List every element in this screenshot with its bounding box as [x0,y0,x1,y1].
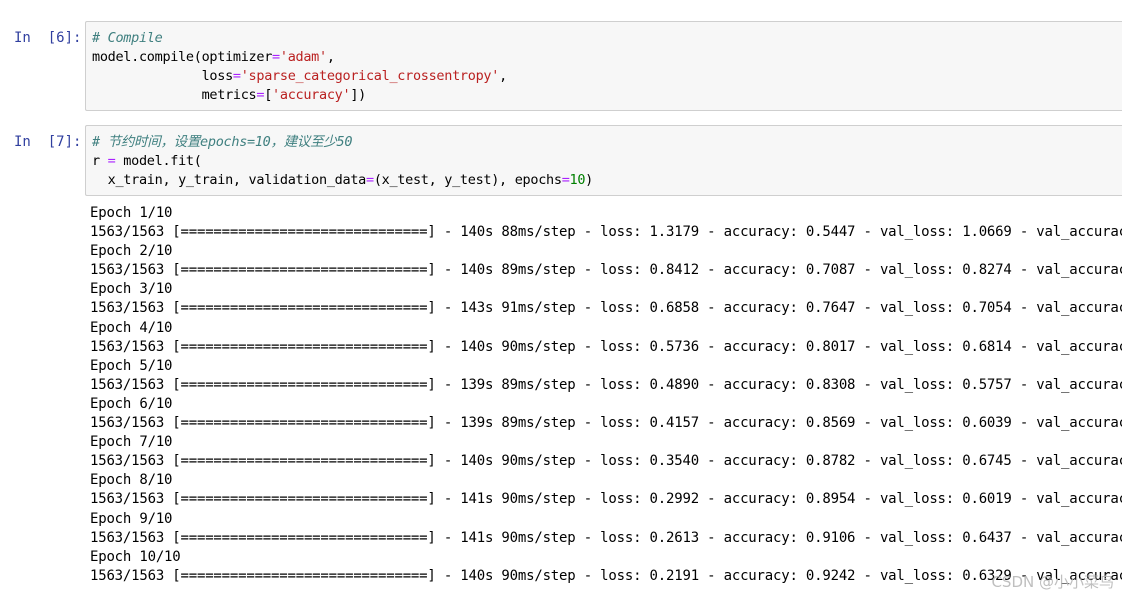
code-input-area[interactable]: # 节约时间，设置epochs=10，建议至少50 r = model.fit(… [85,125,1122,196]
output-line: 1563/1563 [=============================… [90,262,1122,279]
watermark: CSDN @小小菜鸟 [991,573,1114,591]
output-line: Epoch 6/10 [90,395,173,412]
code-text: [ [264,87,273,103]
output-line: 1563/1563 [=============================… [90,453,1122,470]
code-number: 10 [569,172,586,188]
code-line: r = model.fit( [92,152,202,171]
code-text: r [92,153,108,169]
output-line: Epoch 5/10 [90,357,173,374]
output-line: Epoch 3/10 [90,281,173,298]
code-text: loss [92,68,234,84]
code-operator: = [561,172,570,188]
output-line: 1563/1563 [=============================… [90,338,1122,355]
output-line: 1563/1563 [=============================… [90,415,1122,432]
code-text: ]) [350,87,366,103]
code-line: metrics=['accuracy']) [92,86,367,105]
code-text: ) [585,172,593,188]
cell-prompt: In [6]: [14,30,82,46]
output-line: 1563/1563 [=============================… [90,300,1122,317]
code-text: model.compile(optimizer [92,49,273,65]
code-line: loss='sparse_categorical_crossentropy', [92,67,508,86]
output-line: Epoch 1/10 [90,205,173,221]
code-operator: = [232,68,241,84]
output-line: Epoch 9/10 [90,510,173,527]
code-string: 'sparse_categorical_crossentropy' [240,68,500,84]
code-text: x_train, y_train, validation_data [92,172,367,188]
output-line: 1563/1563 [=============================… [90,529,1122,546]
output-line: 1563/1563 [=============================… [90,376,1122,393]
output-line: Epoch 7/10 [90,434,173,451]
code-operator: = [365,172,374,188]
code-text: , [499,68,507,84]
code-text: , [326,49,335,65]
code-operator: = [272,49,280,65]
code-line: model.compile(optimizer='adam', [92,48,335,67]
code-text: (x_test, y_test), epochs [373,172,562,188]
output-line: 1563/1563 [=============================… [90,491,1122,508]
cell-output: Epoch 1/10 1563/1563 [==================… [90,204,1122,586]
code-line: # 节约时间，设置epochs=10，建议至少50 [92,133,352,152]
code-comment: # Compile [92,30,163,46]
code-string: 'accuracy' [272,87,351,103]
output-line: Epoch 8/10 [90,472,173,489]
output-line: 1563/1563 [=============================… [90,224,1122,241]
output-line: Epoch 2/10 [90,243,173,260]
code-text: model.fit( [115,153,202,169]
output-line: 1563/1563 [=============================… [90,567,1122,584]
code-string: 'adam' [279,49,327,65]
output-line: Epoch 4/10 [90,319,173,336]
code-text: metrics [92,87,257,103]
output-line: Epoch 10/10 [90,548,181,565]
code-comment: # 节约时间，设置epochs=10，建议至少50 [92,134,353,150]
code-line: x_train, y_train, validation_data=(x_tes… [92,171,594,190]
code-input-area[interactable]: # Compile model.compile(optimizer='adam'… [85,21,1122,111]
cell-prompt: In [7]: [14,134,82,150]
code-line: # Compile [92,29,163,48]
